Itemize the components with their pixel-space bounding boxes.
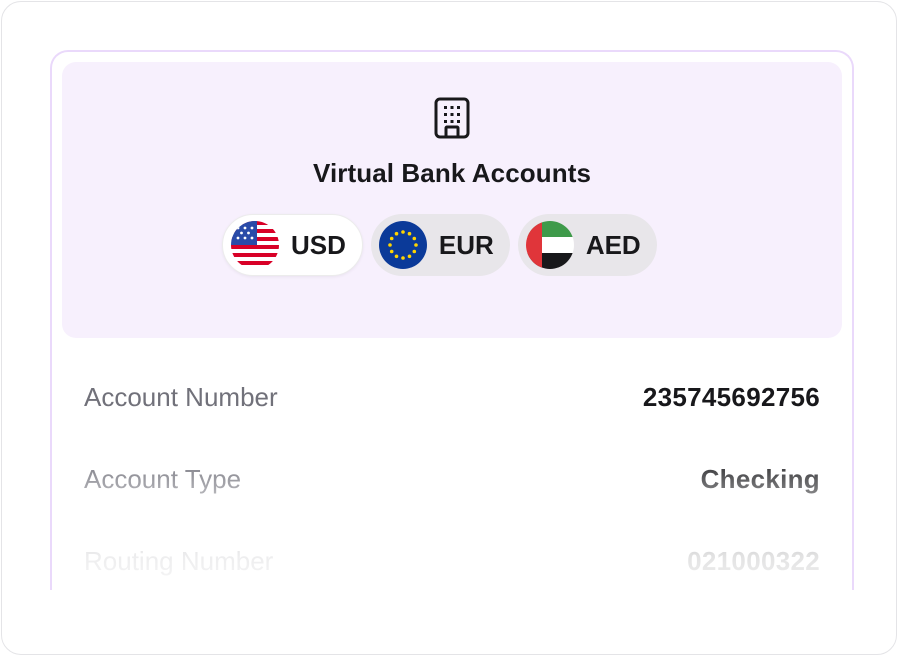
detail-value[interactable]: 235745692756 <box>643 382 820 413</box>
currency-tabs: USD EUR AED <box>222 214 657 276</box>
detail-value[interactable]: 021000322 <box>687 546 820 577</box>
detail-row-account-number: Account Number 235745692756 <box>84 356 820 438</box>
detail-value[interactable]: Checking <box>701 464 820 495</box>
eu-flag-icon <box>378 221 427 269</box>
currency-tab-aed[interactable]: AED <box>517 214 657 276</box>
detail-label: Account Type <box>84 463 242 494</box>
currency-code: USD <box>291 229 346 260</box>
detail-label: Routing Number <box>84 545 274 576</box>
building-icon <box>434 97 470 139</box>
detail-label: Account Number <box>84 381 278 412</box>
currency-tab-eur[interactable]: EUR <box>370 214 510 276</box>
currency-code: EUR <box>438 229 494 260</box>
currency-tab-usd[interactable]: USD <box>222 214 363 276</box>
currency-code: AED <box>585 229 641 260</box>
detail-row-routing-number: Routing Number 021000322 <box>84 520 820 590</box>
widget-frame: Virtual Bank Accounts USD EUR AED Accoun… <box>1 1 897 655</box>
card-header: Virtual Bank Accounts USD EUR AED <box>62 62 842 338</box>
card-title: Virtual Bank Accounts <box>312 158 592 188</box>
virtual-accounts-card: Virtual Bank Accounts USD EUR AED Accoun… <box>50 50 854 590</box>
uae-flag-icon <box>525 221 574 269</box>
us-flag-icon <box>231 221 279 269</box>
detail-row-account-type: Account Type Checking <box>84 438 820 520</box>
account-details: Account Number 235745692756 Account Type… <box>84 356 820 590</box>
